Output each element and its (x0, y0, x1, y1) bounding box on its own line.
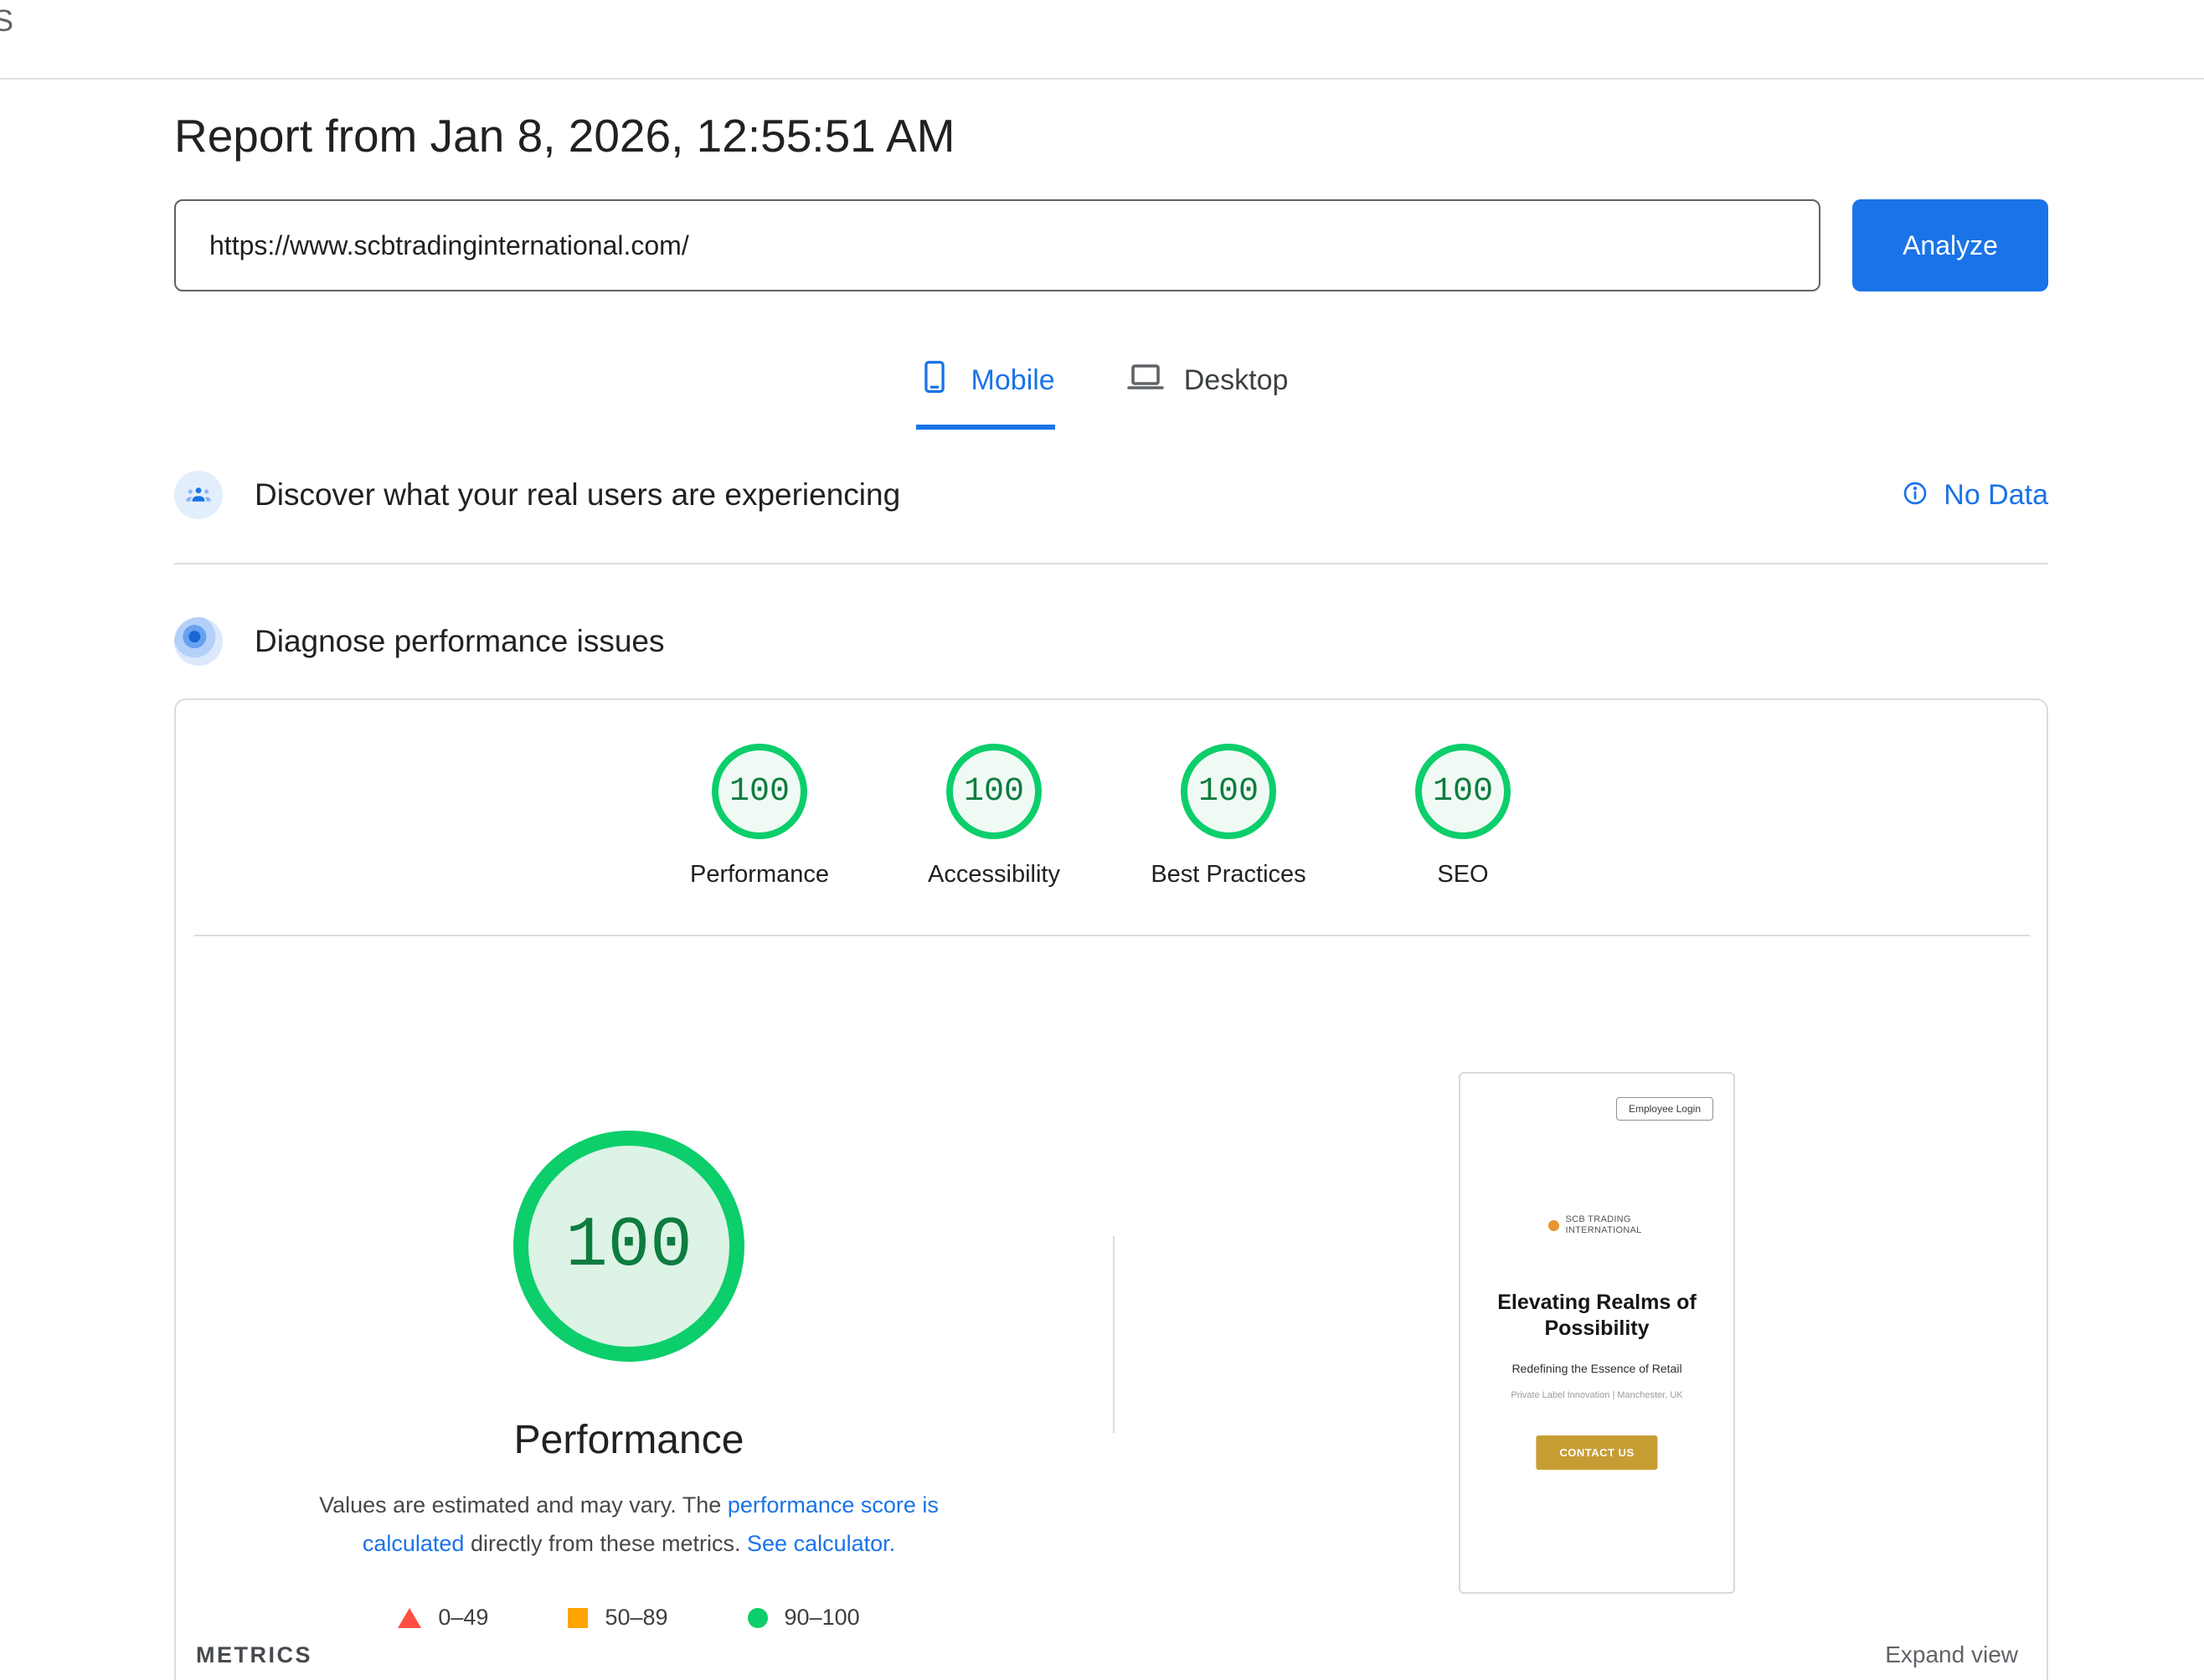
category-scores-row: 100 Performance 100 Accessibility 100 Be… (176, 744, 2047, 889)
tab-desktop[interactable]: Desktop (1125, 357, 1289, 430)
score-legend: 0–49 50–89 90–100 (277, 1605, 981, 1631)
legend-item-pass: 90–100 (748, 1605, 860, 1631)
performance-heading: Performance (378, 1417, 880, 1463)
legend-item-average: 50–89 (568, 1605, 667, 1631)
accessibility-score-label: Accessibility (928, 861, 1060, 889)
desktop-laptop-icon (1125, 357, 1166, 405)
metrics-section-title: METRICS (196, 1642, 312, 1668)
orange-square-icon (568, 1608, 588, 1628)
mobile-phone-icon (916, 358, 953, 403)
legend-average-range: 50–89 (605, 1605, 667, 1631)
preview-employee-login-button: Employee Login (1616, 1097, 1713, 1121)
no-data-label: No Data (1944, 479, 2048, 512)
brand-logo-text: SCB TRADING INTERNATIONAL (1566, 1214, 1646, 1236)
score-item-accessibility[interactable]: 100 Accessibility (877, 744, 1111, 889)
accessibility-score-gauge: 100 (946, 744, 1042, 839)
description-text-2: directly from these metrics. (464, 1531, 747, 1556)
header-divider (0, 78, 2204, 80)
pagespeed-report-page: S Report from Jan 8, 2026, 12:55:51 AM A… (0, 0, 2204, 1680)
users-icon (174, 471, 223, 519)
score-item-seo[interactable]: 100 SEO (1346, 744, 1580, 889)
red-triangle-icon (398, 1608, 421, 1628)
diagnose-section-header: Diagnose performance issues (174, 617, 2048, 666)
seo-score-gauge: 100 (1415, 744, 1511, 839)
url-input[interactable] (174, 199, 1820, 291)
device-tabs: Mobile Desktop (0, 357, 2204, 430)
diagnose-title: Diagnose performance issues (255, 624, 664, 659)
section-divider (174, 563, 2048, 564)
report-card: 100 Performance 100 Accessibility 100 Be… (174, 698, 2048, 1680)
report-title: Report from Jan 8, 2026, 12:55:51 AM (174, 109, 955, 162)
speedometer-icon (174, 617, 223, 666)
header-text-fragment: S (0, 3, 13, 39)
score-item-best-practices[interactable]: 100 Best Practices (1111, 744, 1346, 889)
seo-score-label: SEO (1437, 861, 1488, 889)
best-practices-score-label: Best Practices (1151, 861, 1305, 889)
best-practices-score-gauge: 100 (1181, 744, 1276, 839)
info-icon (1902, 480, 1928, 511)
performance-score-label: Performance (690, 861, 829, 889)
vertical-divider (1113, 1236, 1115, 1433)
score-item-performance[interactable]: 100 Performance (642, 744, 877, 889)
brand-logo-icon (1548, 1220, 1559, 1231)
legend-pass-range: 90–100 (785, 1605, 860, 1631)
performance-score-gauge: 100 (712, 744, 807, 839)
preview-subheading: Redefining the Essence of Retail (1460, 1362, 1733, 1375)
expand-view-button[interactable]: Expand view (1885, 1641, 2018, 1668)
preview-contact-us-button: CONTACT US (1536, 1435, 1657, 1470)
tab-mobile[interactable]: Mobile (916, 357, 1055, 430)
no-data-link[interactable]: No Data (1902, 479, 2048, 512)
description-text-1: Values are estimated and may vary. The (319, 1492, 728, 1518)
legend-item-fail: 0–49 (398, 1605, 488, 1631)
preview-heading: Elevating Realms of Possibility (1489, 1290, 1705, 1342)
green-circle-icon (748, 1608, 768, 1628)
performance-gauge: 100 (513, 1131, 744, 1362)
analyze-button[interactable]: Analyze (1852, 199, 2048, 291)
preview-brand-logo: SCB TRADING INTERNATIONAL (1460, 1214, 1733, 1236)
preview-tagline: Private Label Innovation | Manchester, U… (1460, 1390, 1733, 1400)
metrics-header-row: METRICS Expand view (196, 1641, 2018, 1668)
field-data-title: Discover what your real users are experi… (255, 477, 900, 513)
page-screenshot-thumbnail: Employee Login SCB TRADING INTERNATIONAL… (1459, 1072, 1735, 1594)
performance-description: Values are estimated and may vary. The p… (277, 1486, 981, 1563)
card-divider (194, 935, 2030, 936)
see-calculator-link[interactable]: See calculator. (747, 1531, 895, 1556)
legend-fail-range: 0–49 (438, 1605, 488, 1631)
field-data-section-header: Discover what your real users are experi… (174, 471, 2048, 519)
tab-desktop-label: Desktop (1184, 364, 1289, 397)
tab-mobile-label: Mobile (971, 364, 1055, 397)
